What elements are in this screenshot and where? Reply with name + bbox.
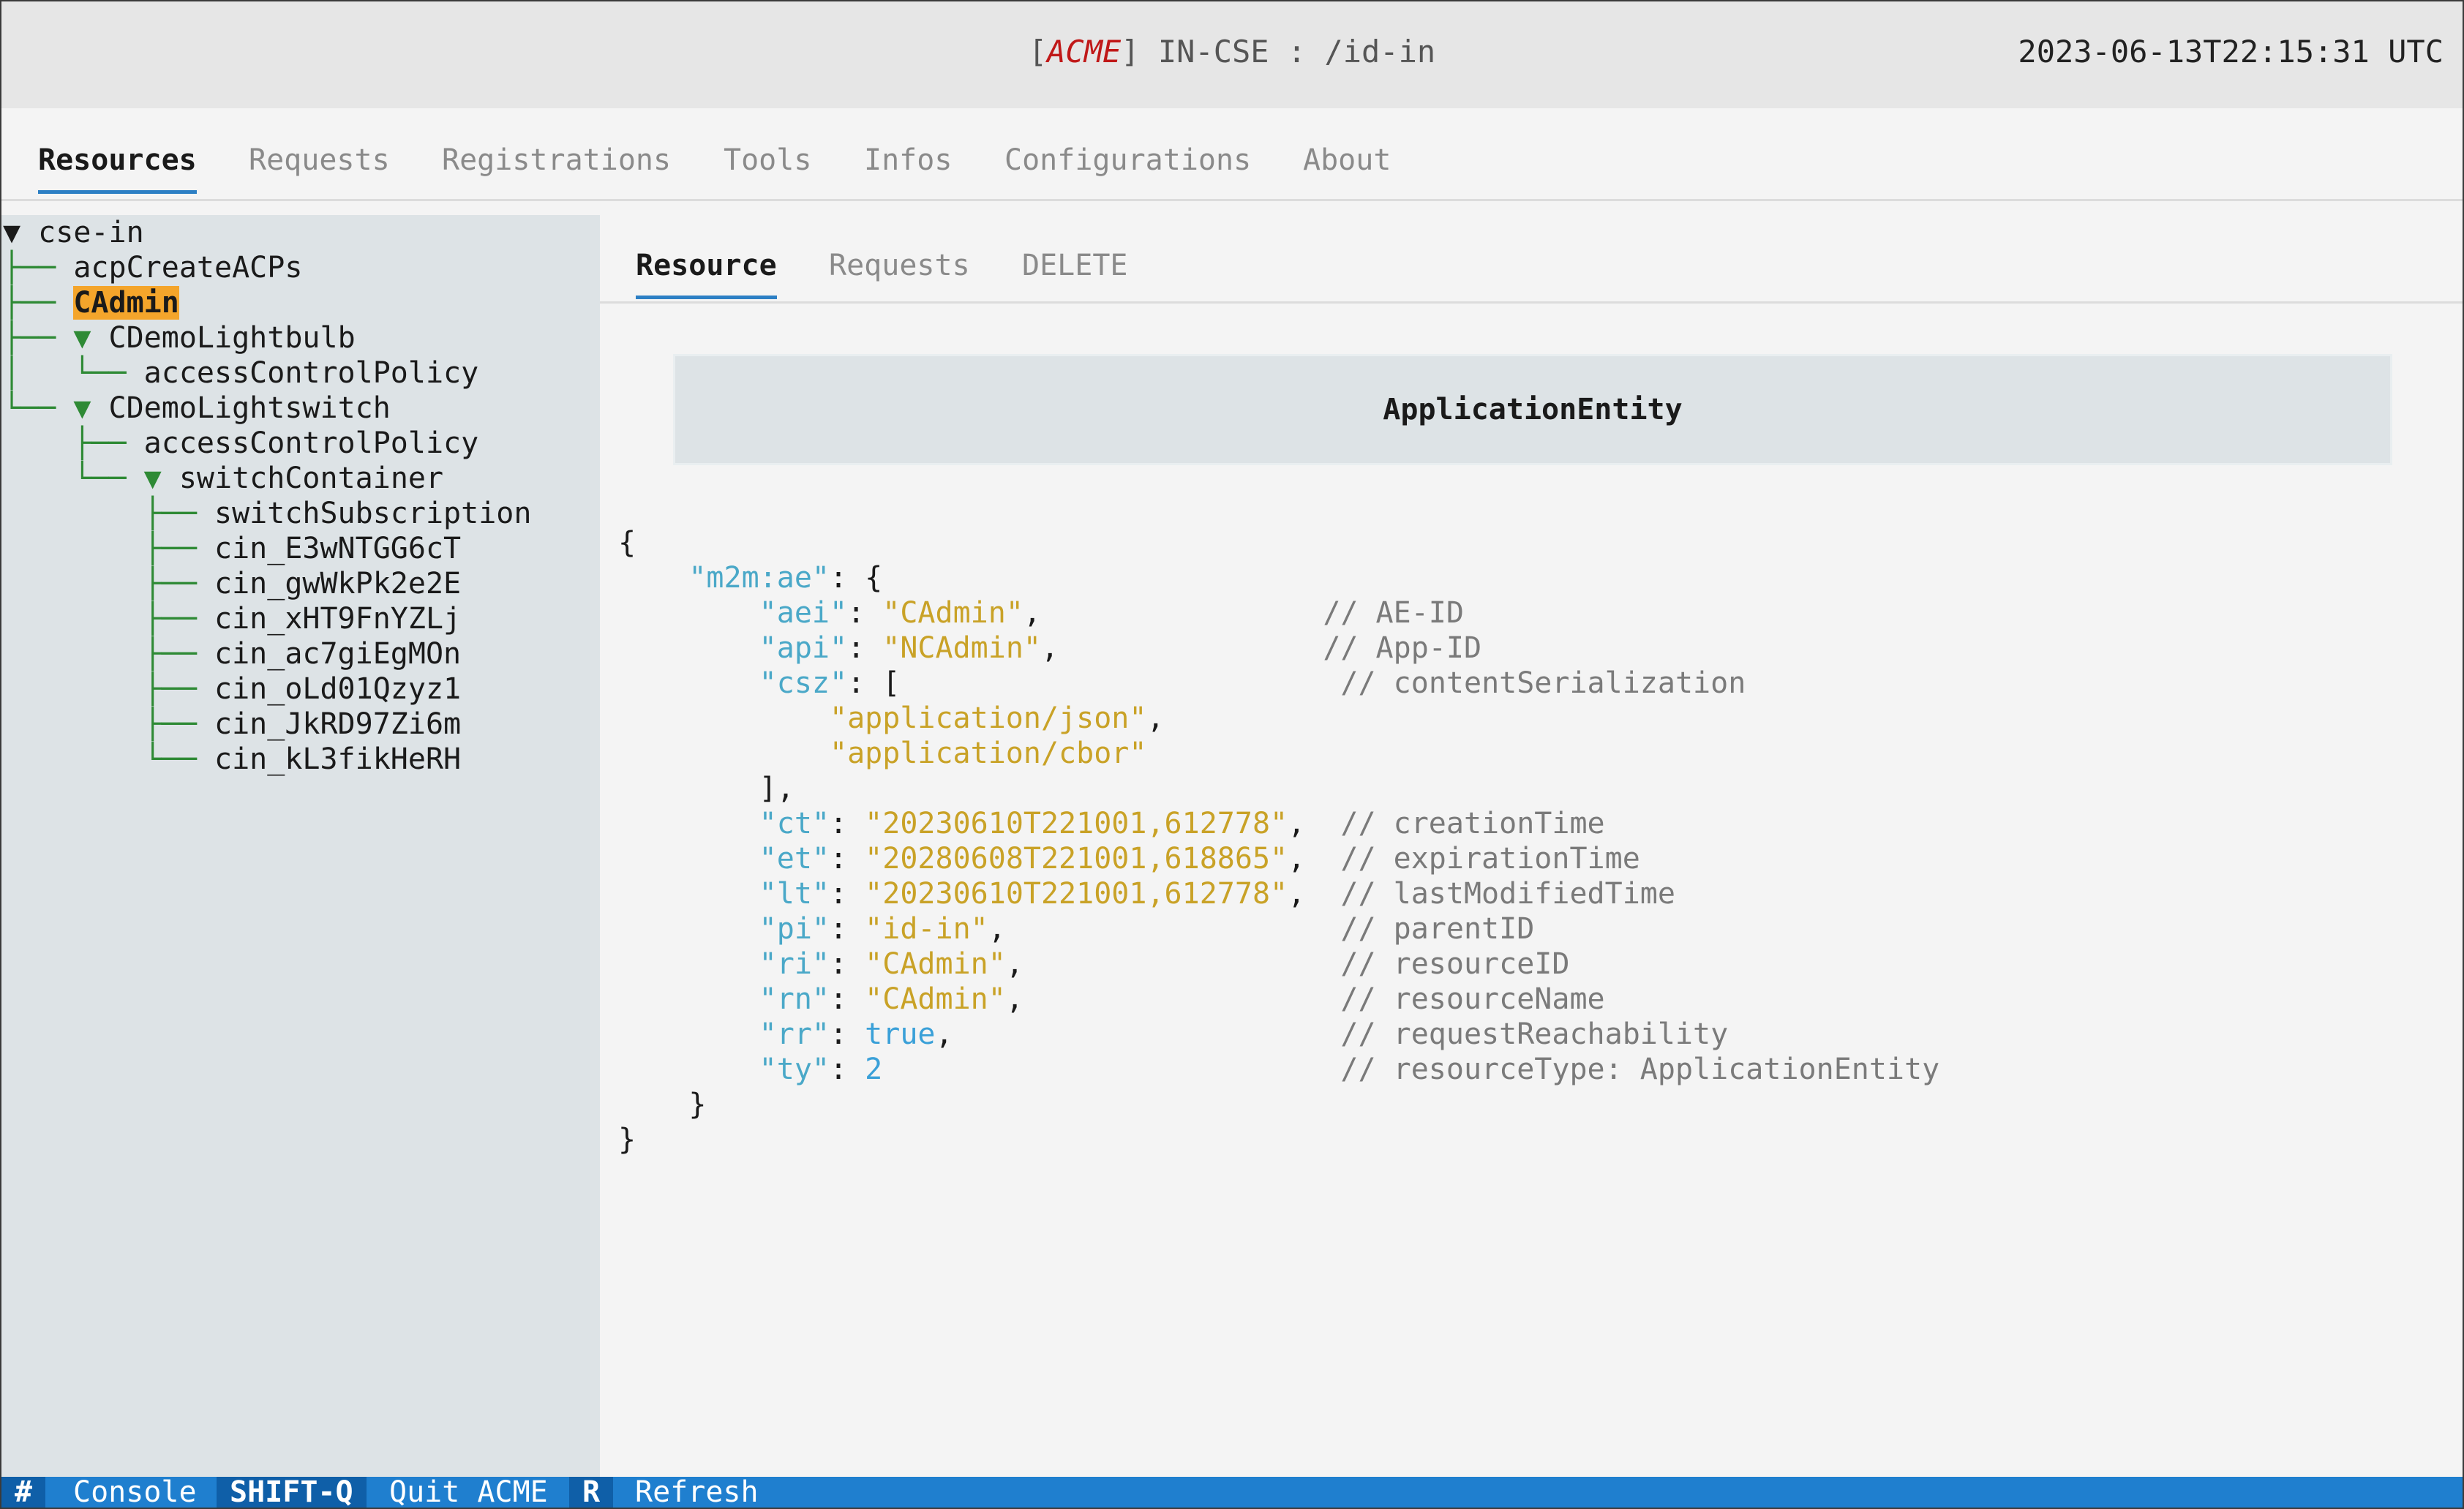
shortcut-label-quit[interactable]: Quit ACME	[389, 1477, 548, 1508]
tree-node[interactable]: ├── accessControlPolicy	[3, 426, 478, 461]
main-tabs: Resources Requests Registrations Tools I…	[1, 108, 2463, 201]
title-bar: [ACME] IN-CSE : /id-in 2023-06-13T22:15:…	[1, 1, 2463, 108]
tab-requests[interactable]: Requests	[249, 143, 390, 190]
shortcut-key-quit[interactable]: SHIFT-Q	[217, 1477, 367, 1508]
detail-tabs: Resource Requests DELETE	[600, 215, 2463, 304]
shortcut-key-refresh[interactable]: R	[569, 1477, 614, 1508]
tree-node-selected[interactable]: ├── CAdmin	[3, 285, 179, 320]
tree-node[interactable]: └── ▼ switchContainer	[3, 461, 443, 496]
tree-node[interactable]: ├── cin_JkRD97Zi6m	[3, 707, 461, 742]
shortcut-label-refresh[interactable]: Refresh	[635, 1477, 759, 1508]
json-view: { "m2m:ae": { "aei": "CAdmin", // AE-ID …	[618, 526, 1940, 1156]
tree-node[interactable]: ├── cin_oLd01Qzyz1	[3, 671, 461, 707]
resource-tree: ▼ cse-in ├── acpCreateACPs ├── CAdmin ├─…	[1, 215, 600, 1477]
tree-node[interactable]: ▼ cse-in	[3, 215, 144, 250]
tree-node[interactable]: │ └── accessControlPolicy	[3, 355, 478, 391]
tab-resource-requests[interactable]: Requests	[829, 249, 970, 296]
shortcut-label-console[interactable]: Console	[73, 1477, 197, 1508]
tab-resource[interactable]: Resource	[636, 249, 777, 299]
tree-node[interactable]: ├── cin_ac7giEgMOn	[3, 636, 461, 671]
resource-detail-pane: Resource Requests DELETE ApplicationEnti…	[600, 215, 2463, 1477]
tab-infos[interactable]: Infos	[864, 143, 952, 190]
brand-name: ACME	[1047, 34, 1122, 69]
tree-node[interactable]: ├── ▼ CDemoLightbulb	[3, 320, 356, 355]
tab-configurations[interactable]: Configurations	[1004, 143, 1251, 190]
resource-type-header: ApplicationEntity	[673, 354, 2392, 465]
tab-registrations[interactable]: Registrations	[442, 143, 671, 190]
tab-about[interactable]: About	[1303, 143, 1391, 190]
tree-node[interactable]: ├── cin_xHT9FnYZLj	[3, 601, 461, 636]
shortcut-key-console[interactable]: #	[1, 1477, 46, 1508]
tree-node[interactable]: ├── acpCreateACPs	[3, 250, 302, 285]
tab-resources[interactable]: Resources	[38, 143, 197, 194]
tree-node[interactable]: └── ▼ CDemoLightswitch	[3, 391, 391, 426]
tree-node[interactable]: └── cin_kL3fikHeRH	[3, 742, 461, 777]
clock: 2023-06-13T22:15:31 UTC	[2018, 34, 2444, 69]
tree-node[interactable]: ├── switchSubscription	[3, 496, 532, 531]
tree-node[interactable]: ├── cin_gwWkPk2e2E	[3, 566, 461, 601]
json-key: "m2m:ae"	[688, 561, 830, 595]
tree-node[interactable]: ├── cin_E3wNTGG6cT	[3, 531, 461, 566]
status-bar: # Console SHIFT-Q Quit ACME R Refresh	[1, 1477, 2463, 1508]
tab-delete[interactable]: DELETE	[1022, 249, 1128, 296]
app-window: [ACME] IN-CSE : /id-in 2023-06-13T22:15:…	[0, 0, 2464, 1509]
tab-tools[interactable]: Tools	[724, 143, 811, 190]
